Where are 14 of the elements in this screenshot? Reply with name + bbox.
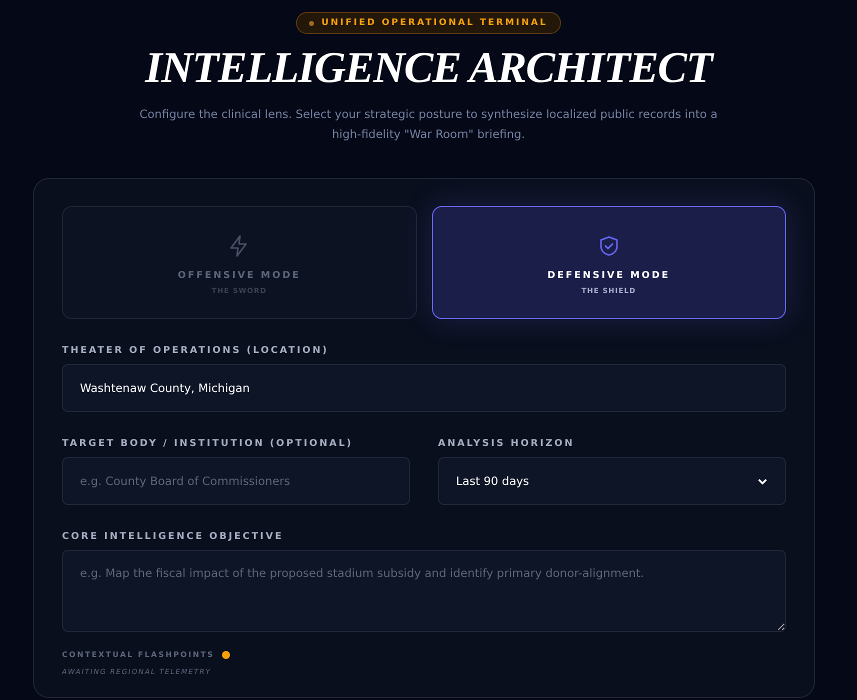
badge-dot-icon [309,20,314,26]
page-subtitle: Configure the clinical lens. Select your strategic posture to synthesize localized public records into a high-fidelity "War Room" briefing. [138,106,719,143]
objective-field[interactable]: e.g. Map the fiscal impact of the proposed stadium subsidy and identify primary donor-alignment. [62,550,786,632]
badge-text: UNIFIED OPERATIONAL TERMINAL [321,18,548,28]
field-label: THEATER OF OPERATIONS (LOCATION) [62,345,330,356]
horizon-dropdown[interactable]: Last 90 days [438,457,786,505]
target-field[interactable]: e.g. County Board of Commissioners [62,457,410,505]
field-label: CORE INTELLIGENCE OBJECTIVE [62,531,284,542]
mode-label: DEFENSIVE MODE [547,270,670,280]
location-field[interactable]: Washtenaw County, Michigan [62,364,786,412]
field-label: ANALYSIS HORIZON [438,438,576,449]
mode-label: OFFENSIVE MODE [178,270,301,280]
page-title: INTELLIGENCE ARCHITECT [145,44,712,92]
field-label: TARGET BODY / INSTITUTION (OPTIONAL) [62,438,354,449]
